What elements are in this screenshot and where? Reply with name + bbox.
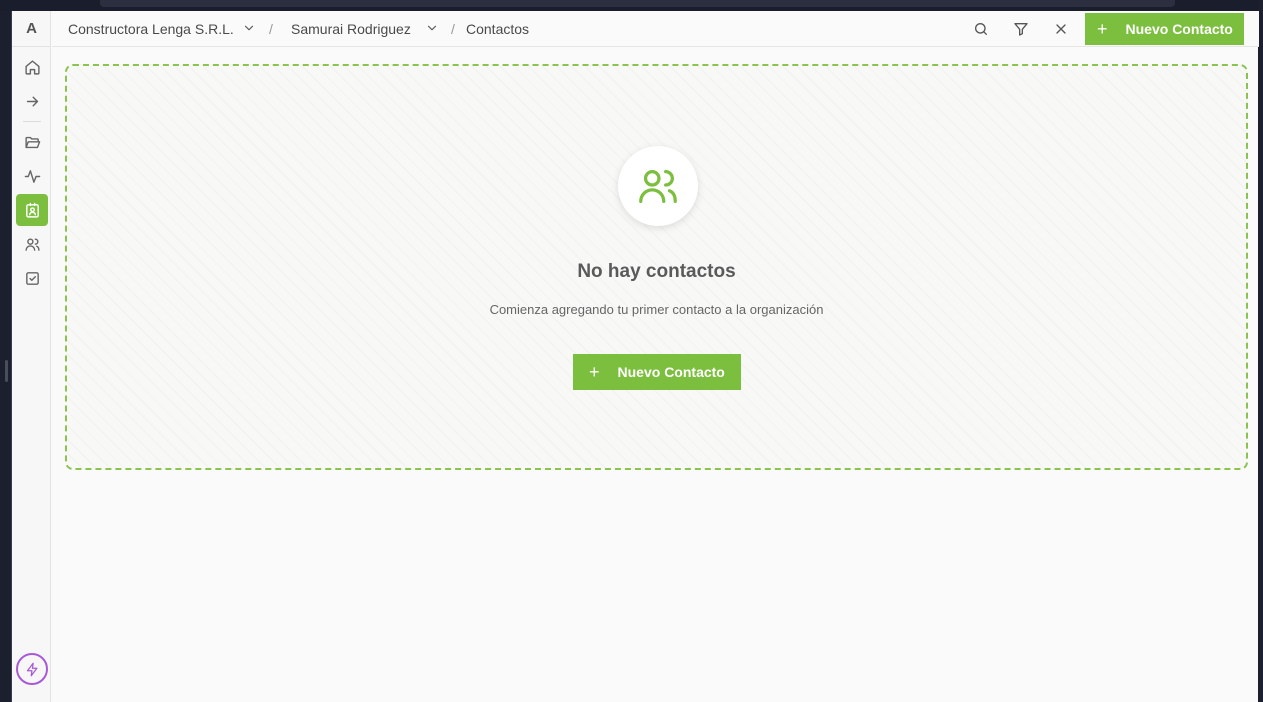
search-icon [975, 23, 987, 35]
users-icon [639, 169, 677, 203]
folder-open-icon [24, 136, 40, 148]
chevron-down-icon[interactable] [242, 21, 256, 35]
sidebar-item-projects[interactable] [16, 126, 48, 158]
sidebar-item-contacts[interactable] [16, 194, 48, 226]
plus-icon: + [1097, 18, 1108, 39]
breadcrumb-user[interactable]: Samurai Rodriguez [291, 21, 411, 37]
top-strip [0, 0, 1263, 11]
top-strip-bar [100, 0, 1175, 7]
empty-state-panel: No hay contactos Comienza agregando tu p… [65, 64, 1248, 470]
breadcrumb-separator: / [451, 21, 455, 37]
breadcrumb-organization[interactable]: Constructora Lenga S.R.L. [68, 21, 234, 37]
sidebar-item-tasks[interactable] [16, 262, 48, 294]
empty-state-icon-circle [618, 146, 698, 226]
app-window: A Constructora Lenga S.R.L. / Samurai Ro… [11, 11, 1259, 702]
home-icon [24, 59, 40, 75]
arrow-right-icon [26, 96, 38, 106]
sidebar-divider-top [12, 46, 51, 47]
check-square-icon [25, 271, 39, 285]
close-icon [1056, 24, 1066, 34]
bolt-icon [26, 662, 37, 676]
new-contact-button-label: Nuevo Contacto [1125, 21, 1233, 37]
plus-icon: + [589, 361, 600, 382]
search-button[interactable] [971, 19, 991, 39]
sidebar: A [12, 11, 51, 702]
filter-button[interactable] [1011, 19, 1031, 39]
contact-card-icon [25, 202, 39, 218]
filter-icon [1014, 23, 1028, 36]
empty-state-button-label: Nuevo Contacto [617, 364, 725, 380]
activity-icon [24, 169, 40, 183]
sidebar-item-navigate[interactable] [16, 85, 48, 117]
new-contact-button[interactable]: + Nuevo Contacto [1085, 13, 1244, 45]
close-button[interactable] [1051, 19, 1071, 39]
breadcrumb-separator: / [269, 21, 273, 37]
users-icon [24, 237, 40, 251]
sidebar-separator [23, 121, 41, 122]
window-resize-grip[interactable] [5, 360, 8, 382]
empty-state-subtitle: Comienza agregando tu primer contacto a … [489, 302, 824, 317]
breadcrumb-current-page: Contactos [466, 21, 530, 37]
top-bar: Constructora Lenga S.R.L. / Samurai Rodr… [52, 11, 1259, 47]
empty-state-new-contact-button[interactable]: + Nuevo Contacto [573, 354, 741, 390]
empty-state-title: No hay contactos [577, 261, 736, 282]
quick-actions-button[interactable] [16, 653, 48, 685]
app-logo[interactable]: A [12, 20, 51, 37]
sidebar-item-users[interactable] [16, 228, 48, 260]
sidebar-item-home[interactable] [16, 51, 48, 83]
sidebar-item-activity[interactable] [16, 160, 48, 192]
window-right-edge [1258, 0, 1263, 702]
chevron-down-icon[interactable] [425, 21, 439, 35]
